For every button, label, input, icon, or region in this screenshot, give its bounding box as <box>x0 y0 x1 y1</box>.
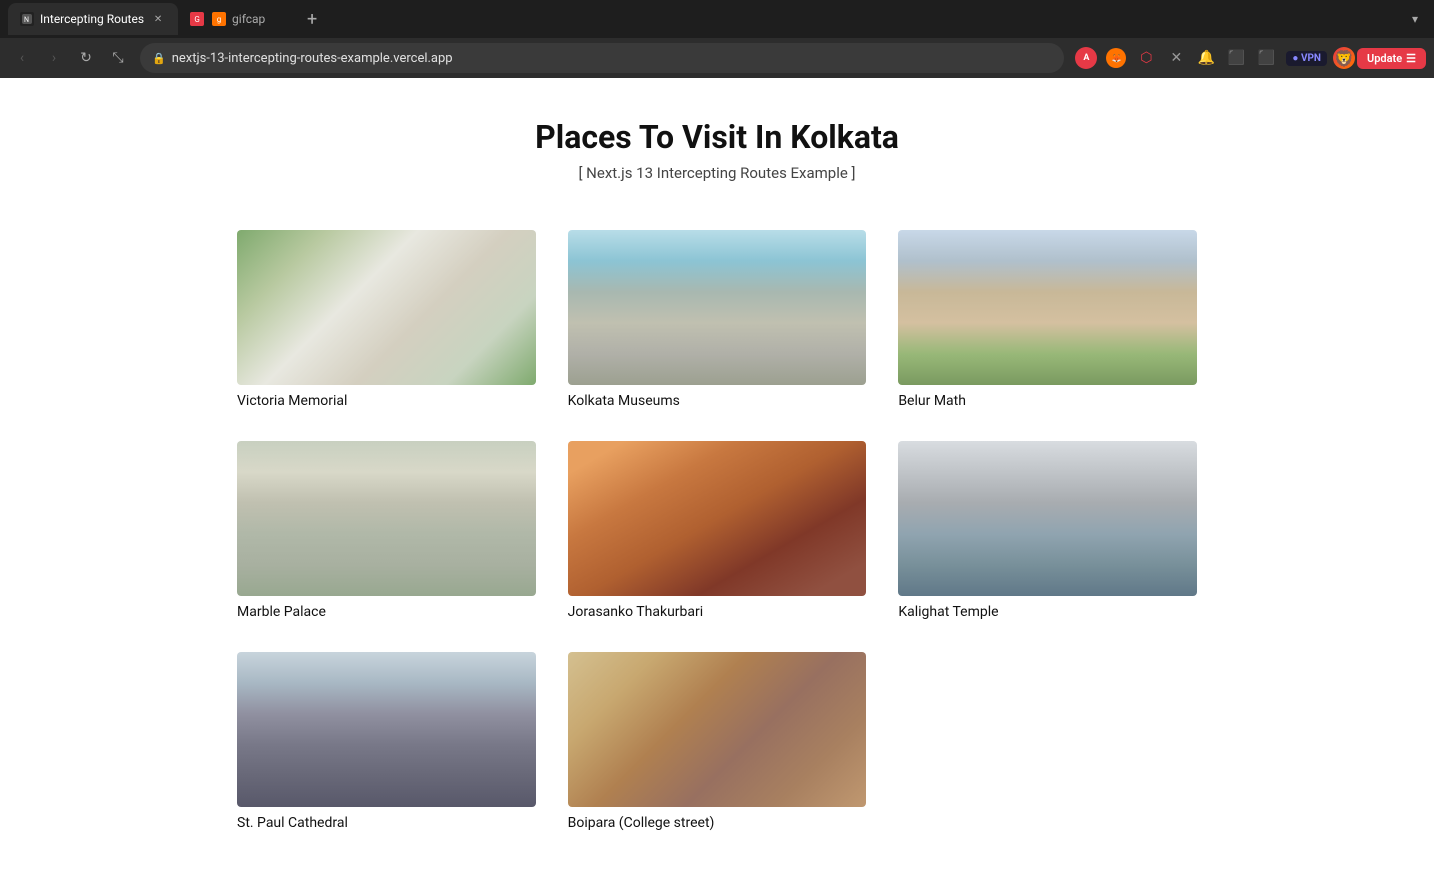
place-image-inner-jorasanko-thakurbari <box>568 441 867 596</box>
tab-intercepting-routes[interactable]: N Intercepting Routes ✕ <box>8 3 178 35</box>
tab-label-2: gifcap <box>232 12 286 26</box>
reload-button[interactable]: ↻ <box>72 44 100 72</box>
profile-avatar: A <box>1075 47 1097 69</box>
tab-close-1[interactable]: ✕ <box>150 11 166 27</box>
place-image-boipara <box>568 652 867 807</box>
ext-store-icon[interactable]: ⬛ <box>1252 44 1280 72</box>
ext-icon-3[interactable]: ✕ <box>1162 44 1190 72</box>
tab-favicon-1: N <box>20 12 34 26</box>
ext-avatar-1: 🦊 <box>1106 48 1126 68</box>
place-card-boipara[interactable]: Boipara (College street) <box>568 652 867 831</box>
place-image-inner-boipara <box>568 652 867 807</box>
tab-label-1: Intercepting Routes <box>40 12 144 26</box>
url-display: nextjs-13-intercepting-routes-example.ve… <box>172 51 1053 66</box>
place-image-kalighat-temple <box>898 441 1197 596</box>
place-card-kalighat-temple[interactable]: Kalighat Temple <box>898 441 1197 620</box>
place-name-boipara: Boipara (College street) <box>568 815 867 831</box>
place-card-belur-math[interactable]: Belur Math <box>898 230 1197 409</box>
place-card-kolkata-museums[interactable]: Kolkata Museums <box>568 230 867 409</box>
page-title: Places To Visit In Kolkata <box>137 118 1297 156</box>
vpn-badge: ● VPN <box>1286 51 1327 66</box>
bookmark-button[interactable]: ⤡ <box>104 44 132 72</box>
tab-gifcap[interactable]: G g gifcap <box>178 3 298 35</box>
place-image-inner-st-paul-cathedral <box>237 652 536 807</box>
place-card-marble-palace[interactable]: Marble Palace <box>237 441 536 620</box>
vpn-section[interactable]: ● VPN <box>1286 51 1327 66</box>
place-image-st-paul-cathedral <box>237 652 536 807</box>
place-name-victoria-memorial: Victoria Memorial <box>237 393 536 409</box>
place-card-jorasanko-thakurbari[interactable]: Jorasanko Thakurbari <box>568 441 867 620</box>
places-grid: Victoria Memorial Kolkata Museums Belur Ma… <box>237 230 1197 831</box>
toolbar: ‹ › ↻ ⤡ 🔒 nextjs-13-intercepting-routes-… <box>0 38 1434 78</box>
tab-favicon-2b: g <box>212 12 226 26</box>
lock-icon: 🔒 <box>152 52 166 65</box>
place-image-inner-belur-math <box>898 230 1197 385</box>
profile-icon[interactable]: A <box>1072 44 1100 72</box>
brave-lion-icon: 🦁 <box>1333 47 1355 69</box>
ext-icon-2[interactable]: ⬡ <box>1132 44 1160 72</box>
place-name-kalighat-temple: Kalighat Temple <box>898 604 1197 620</box>
place-name-belur-math: Belur Math <box>898 393 1197 409</box>
place-card-st-paul-cathedral[interactable]: St. Paul Cathedral <box>237 652 536 831</box>
place-image-jorasanko-thakurbari <box>568 441 867 596</box>
tab-bar: N Intercepting Routes ✕ G g gifcap + ▾ <box>0 0 1434 38</box>
notifications-icon[interactable]: 🔔 <box>1192 44 1220 72</box>
toolbar-right: A 🦊 ⬡ ✕ 🔔 ⬛ ⬛ ● VPN 🦁 Update ☰ <box>1072 44 1426 72</box>
svg-text:N: N <box>24 16 29 24</box>
page-content: Places To Visit In Kolkata [ Next.js 13 … <box>117 78 1317 896</box>
add-tab-button[interactable]: + <box>298 5 326 33</box>
place-image-inner-kalighat-temple <box>898 441 1197 596</box>
place-image-inner-kolkata-museums <box>568 230 867 385</box>
tab-favicon-2: G <box>190 12 204 26</box>
tab-overflow-chevron[interactable]: ▾ <box>1404 8 1426 30</box>
back-button[interactable]: ‹ <box>8 44 36 72</box>
page-subtitle: [ Next.js 13 Intercepting Routes Example… <box>137 164 1297 182</box>
address-bar[interactable]: 🔒 nextjs-13-intercepting-routes-example.… <box>140 43 1064 73</box>
place-card-victoria-memorial[interactable]: Victoria Memorial <box>237 230 536 409</box>
place-image-inner-marble-palace <box>237 441 536 596</box>
place-image-belur-math <box>898 230 1197 385</box>
place-image-inner-victoria-memorial <box>237 230 536 385</box>
place-name-kolkata-museums: Kolkata Museums <box>568 393 867 409</box>
place-name-marble-palace: Marble Palace <box>237 604 536 620</box>
place-name-st-paul-cathedral: St. Paul Cathedral <box>237 815 536 831</box>
place-name-jorasanko-thakurbari: Jorasanko Thakurbari <box>568 604 867 620</box>
ext-icon-1[interactable]: 🦊 <box>1102 44 1130 72</box>
place-image-victoria-memorial <box>237 230 536 385</box>
update-button[interactable]: Update ☰ <box>1357 48 1426 69</box>
place-image-marble-palace <box>237 441 536 596</box>
place-image-kolkata-museums <box>568 230 867 385</box>
forward-button[interactable]: › <box>40 44 68 72</box>
browser-chrome: N Intercepting Routes ✕ G g gifcap + ▾ ‹… <box>0 0 1434 78</box>
hamburger-icon: ☰ <box>1406 52 1416 65</box>
sidebar-icon[interactable]: ⬛ <box>1222 44 1250 72</box>
